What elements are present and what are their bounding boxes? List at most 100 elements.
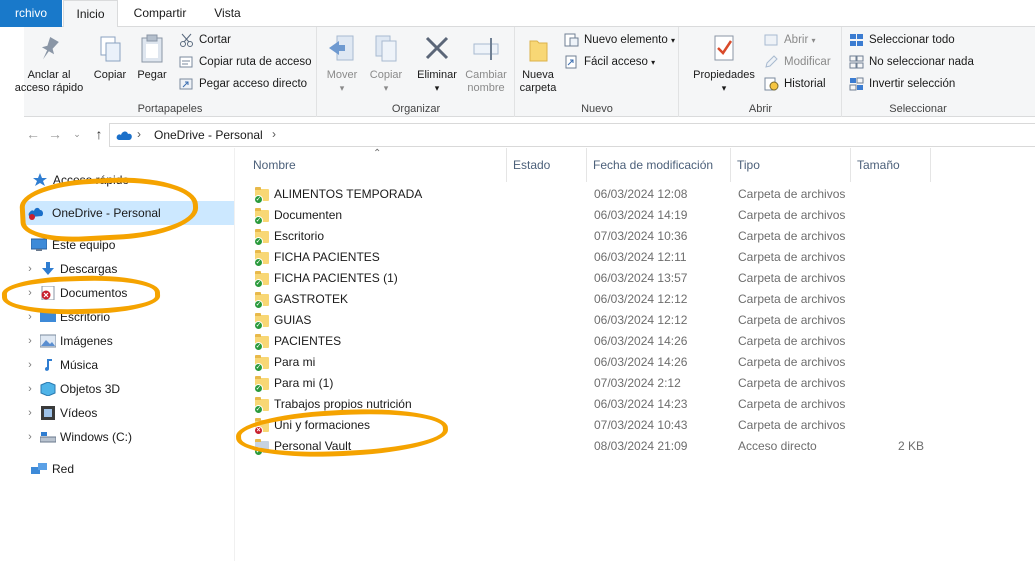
nav-item-3d-objects[interactable]: › Objetos 3D: [24, 377, 234, 401]
forward-arrow-icon[interactable]: →: [46, 125, 64, 143]
column-header-type[interactable]: Tipo: [731, 148, 851, 182]
folder-icon: ✓: [254, 355, 269, 372]
file-date: 06/03/2024 12:12: [594, 292, 688, 306]
onedrive-cloud-icon: [116, 131, 132, 140]
nav-item-quick-access[interactable]: Acceso rápido: [24, 168, 234, 192]
pin-quick-access-button[interactable]: Anclar al acceso rápido: [14, 33, 84, 95]
download-arrow-icon: [42, 262, 54, 275]
star-icon: [33, 173, 47, 186]
sync-ok-icon: ✓: [254, 300, 263, 309]
breadcrumb-separator-icon[interactable]: ›: [272, 127, 276, 141]
chevron-right-icon[interactable]: ›: [24, 305, 36, 329]
nav-item-downloads[interactable]: › Descargas: [24, 257, 234, 281]
scissors-icon: [180, 33, 193, 47]
drive-icon: [40, 432, 56, 443]
nav-item-this-pc[interactable]: Este equipo: [24, 233, 234, 257]
folder-icon: ✓: [254, 208, 269, 225]
file-type: Carpeta de archivos: [738, 334, 846, 348]
paste-button[interactable]: Pegar: [134, 33, 170, 82]
file-row[interactable]: ✓ GASTROTEK 06/03/2024 12:12 Carpeta de arc…: [236, 289, 1035, 310]
copy-to-button[interactable]: Copiar ▾: [366, 33, 406, 95]
ribbon-tabs: rchivo Inicio Compartir Vista: [0, 0, 1035, 28]
tab-compartir[interactable]: Compartir: [122, 0, 198, 27]
file-date: 06/03/2024 12:12: [594, 313, 688, 327]
pictures-icon: [40, 334, 56, 348]
paste-shortcut-button[interactable]: Pegar acceso directo: [179, 74, 307, 94]
nav-item-videos[interactable]: › Vídeos: [24, 401, 234, 425]
edit-button[interactable]: Modificar: [764, 52, 831, 72]
chevron-right-icon[interactable]: ›: [24, 281, 36, 305]
file-type: Carpeta de archivos: [738, 187, 846, 201]
file-row[interactable]: ✓ Personal Vault 08/03/2024 21:09 Acceso di…: [236, 436, 1035, 457]
file-name: FICHA PACIENTES: [274, 250, 380, 264]
nav-item-documents[interactable]: › Documentos: [24, 281, 234, 305]
chevron-right-icon[interactable]: ›: [24, 353, 36, 377]
select-all-button[interactable]: Seleccionar todo: [849, 30, 955, 50]
up-arrow-icon[interactable]: ↑: [90, 125, 108, 143]
address-bar[interactable]: › OneDrive - Personal ›: [109, 123, 1035, 147]
file-row[interactable]: ✓ Trabajos propios nutrición 06/03/2024 14…: [236, 394, 1035, 415]
file-row[interactable]: ✓ PACIENTES 06/03/2024 14:26 Carpeta de arc…: [236, 331, 1035, 352]
file-date: 07/03/2024 10:43: [594, 418, 688, 432]
invert-selection-button[interactable]: Invertir selección: [849, 74, 955, 94]
column-header-size[interactable]: Tamaño: [851, 148, 931, 182]
sync-ok-icon: ✓: [254, 258, 263, 267]
column-header-date[interactable]: Fecha de modificación: [587, 148, 731, 182]
chevron-right-icon[interactable]: ›: [24, 401, 36, 425]
back-arrow-icon[interactable]: ←: [24, 125, 42, 143]
ribbon: Anclar al acceso rápido Copiar Pegar Cor…: [15, 27, 1035, 117]
move-to-button[interactable]: Mover ▾: [322, 33, 362, 95]
easy-access-button[interactable]: Fácil acceso ▾: [564, 52, 655, 72]
file-row[interactable]: ✓ FICHA PACIENTES 06/03/2024 12:11 Carpeta …: [236, 247, 1035, 268]
nav-item-pictures[interactable]: › Imágenes: [24, 329, 234, 353]
nav-item-onedrive[interactable]: OneDrive - Personal: [24, 201, 234, 225]
history-button[interactable]: Historial: [764, 74, 826, 94]
cut-button[interactable]: Cortar: [179, 30, 231, 50]
file-row[interactable]: ✓ Escritorio 07/03/2024 10:36 Carpeta de ar…: [236, 226, 1035, 247]
column-header-name[interactable]: Nombre: [247, 148, 507, 182]
file-row[interactable]: ✓ ALIMENTOS TEMPORADA 06/03/2024 12:08 Carp…: [236, 184, 1035, 205]
easy-access-icon: [565, 55, 577, 69]
new-folder-button[interactable]: Nueva carpeta: [518, 33, 558, 95]
chevron-right-icon[interactable]: ›: [24, 425, 36, 449]
file-row[interactable]: ✓ Para mi (1) 07/03/2024 2:12 Carpeta de ar…: [236, 373, 1035, 394]
breadcrumb-separator-icon[interactable]: ›: [137, 127, 141, 141]
file-date: 06/03/2024 12:11: [594, 250, 687, 264]
chevron-right-icon[interactable]: ›: [24, 257, 36, 281]
file-row[interactable]: ✓ Para mi 06/03/2024 14:26 Carpeta de archi…: [236, 352, 1035, 373]
delete-button[interactable]: Eliminar ▾: [414, 33, 460, 95]
breadcrumb-onedrive[interactable]: OneDrive - Personal: [154, 128, 263, 142]
file-row[interactable]: ✓ FICHA PACIENTES (1) 06/03/2024 13:57 Carp…: [236, 268, 1035, 289]
folder-icon: ✓: [254, 313, 269, 330]
select-none-button[interactable]: No seleccionar nada: [849, 52, 974, 72]
file-type: Carpeta de archivos: [738, 292, 846, 306]
file-name: Trabajos propios nutrición: [274, 397, 412, 411]
chevron-right-icon[interactable]: ›: [24, 329, 36, 353]
tab-archivo[interactable]: rchivo: [0, 0, 62, 27]
file-row[interactable]: ✓ Documenten 06/03/2024 14:19 Carpeta de ar…: [236, 205, 1035, 226]
delete-x-icon: [422, 33, 452, 65]
column-header-status[interactable]: Estado: [507, 148, 587, 182]
file-row[interactable]: × Uni y formaciones 07/03/2024 10:43 Carpet…: [236, 415, 1035, 436]
tab-inicio[interactable]: Inicio: [63, 0, 118, 28]
file-date: 06/03/2024 14:19: [594, 208, 688, 222]
new-item-button[interactable]: Nuevo elemento ▾: [564, 30, 675, 50]
nav-item-network[interactable]: Red: [24, 457, 234, 481]
nav-item-windows-c[interactable]: › Windows (C:): [24, 425, 234, 449]
sync-ok-icon: ✓: [254, 384, 263, 393]
chevron-right-icon[interactable]: ›: [24, 377, 36, 401]
nav-item-music[interactable]: › Música: [24, 353, 234, 377]
tab-vista[interactable]: Vista: [200, 0, 255, 27]
file-row[interactable]: ✓ GUIAS 06/03/2024 12:12 Carpeta de archivo…: [236, 310, 1035, 331]
open-button[interactable]: Abrir ▾: [764, 30, 816, 50]
properties-button[interactable]: Propiedades ▾: [690, 33, 758, 95]
nav-item-desktop[interactable]: › Escritorio: [24, 305, 234, 329]
file-date: 06/03/2024 14:23: [594, 397, 688, 411]
file-type: Carpeta de archivos: [738, 250, 846, 264]
recent-locations-chevron-icon[interactable]: ⌄: [68, 125, 86, 143]
sync-ok-icon: ✓: [254, 237, 263, 246]
group-organizar: Mover ▾ Copiar ▾ Eliminar ▾ Cambiar nombre …: [318, 27, 515, 117]
rename-button[interactable]: Cambiar nombre: [461, 33, 511, 95]
copy-path-button[interactable]: Copiar ruta de acceso: [179, 52, 312, 72]
copy-button[interactable]: Copiar: [90, 33, 130, 82]
